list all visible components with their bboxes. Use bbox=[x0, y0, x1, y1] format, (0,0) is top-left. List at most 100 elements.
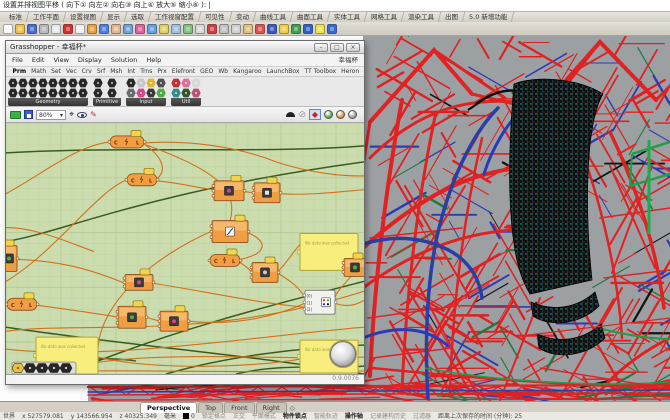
component-hex-icon[interactable] bbox=[171, 78, 181, 88]
component-hex-icon[interactable] bbox=[38, 88, 48, 98]
palette-group-label[interactable]: Primitive bbox=[93, 98, 121, 106]
sun-light-icon[interactable] bbox=[279, 24, 289, 34]
duplicate-icon[interactable] bbox=[51, 24, 61, 34]
component-hex-icon[interactable] bbox=[18, 78, 28, 88]
gem-preview-icon[interactable]: ◆ bbox=[309, 109, 321, 120]
gh-tab-math[interactable]: Math bbox=[29, 68, 49, 75]
preview-shaded-icon[interactable] bbox=[336, 110, 345, 119]
gh-menu-solution[interactable]: Solution bbox=[111, 54, 137, 66]
component-hex-icon[interactable] bbox=[126, 78, 136, 88]
component-hex-icon[interactable] bbox=[38, 78, 48, 88]
gh-menu-edit[interactable]: Edit bbox=[32, 54, 45, 66]
toolbar-tab-3[interactable]: 显示 bbox=[101, 12, 127, 22]
viewport-tab-right[interactable]: Right bbox=[256, 402, 287, 413]
palette-group-label[interactable]: Input bbox=[126, 98, 166, 106]
layer-indicator[interactable]: 0 bbox=[183, 413, 195, 420]
gh-tab-launchbox[interactable]: LaunchBox bbox=[264, 68, 302, 75]
component-hex-icon[interactable] bbox=[191, 88, 201, 98]
command-prompt[interactable]: 设置并排视图平移 ( 向下① 向左② 向右③ 向上④ 放大⑤ 缩小⑥ ): | bbox=[0, 0, 670, 12]
maximize-icon[interactable]: □ bbox=[330, 43, 344, 52]
zoom-extents-icon[interactable] bbox=[171, 24, 181, 34]
gh-menu-help[interactable]: Help bbox=[146, 54, 161, 66]
gh-tab-geo[interactable]: GEO bbox=[198, 68, 216, 75]
gh-tab-vec[interactable]: Vec bbox=[63, 68, 79, 75]
viewport-grid-icon[interactable] bbox=[195, 24, 205, 34]
component-hex-icon[interactable] bbox=[126, 88, 136, 98]
sphere-blue-icon[interactable] bbox=[303, 24, 313, 34]
gh-menu-file[interactable]: File bbox=[12, 54, 23, 66]
save-file-icon[interactable] bbox=[24, 110, 33, 119]
canvas-navigation-sphere[interactable] bbox=[330, 341, 357, 368]
component-hex-icon[interactable] bbox=[136, 88, 146, 98]
component-hex-icon[interactable] bbox=[181, 88, 191, 98]
preview-rendered-icon[interactable] bbox=[348, 110, 357, 119]
palette-group-label[interactable]: Geometry bbox=[8, 98, 88, 106]
render-sphere-icon[interactable] bbox=[267, 24, 277, 34]
gh-tab-heron[interactable]: Heron bbox=[339, 68, 362, 75]
component-hex-icon[interactable] bbox=[93, 78, 103, 88]
component-hex-icon[interactable] bbox=[181, 78, 191, 88]
viewport-tab-perspective[interactable]: Perspective bbox=[140, 402, 197, 413]
minimize-icon[interactable]: – bbox=[314, 43, 328, 52]
hide-objects-icon[interactable] bbox=[231, 24, 241, 34]
gh-tab-int[interactable]: Int bbox=[125, 68, 138, 75]
select-cursor-icon[interactable] bbox=[315, 24, 325, 34]
palette-group-label[interactable]: Util bbox=[171, 98, 201, 106]
status-toggle-0[interactable]: 锁定格点 bbox=[202, 413, 226, 420]
component-hex-icon[interactable] bbox=[191, 78, 201, 88]
gh-tab-prx[interactable]: Prx bbox=[155, 68, 169, 75]
component-hex-icon[interactable] bbox=[156, 88, 166, 98]
component-hex-icon[interactable] bbox=[156, 78, 166, 88]
status-toggle-1[interactable]: 正交 bbox=[233, 413, 245, 420]
component-hex-icon[interactable] bbox=[146, 78, 156, 88]
gh-tab-crv[interactable]: Crv bbox=[79, 68, 94, 75]
shade-mode-icon[interactable] bbox=[219, 24, 229, 34]
zoom-window-icon[interactable] bbox=[147, 24, 157, 34]
component-hex-icon[interactable] bbox=[136, 78, 146, 88]
status-toggle-6[interactable]: 记录建构历史 bbox=[370, 413, 406, 420]
gh-tab-elefront[interactable]: Elefront bbox=[169, 68, 197, 75]
copy-icon[interactable] bbox=[75, 24, 85, 34]
component-hex-icon[interactable] bbox=[48, 88, 58, 98]
focus-target-icon[interactable]: ⌖ bbox=[69, 110, 74, 120]
component-hex-icon[interactable] bbox=[171, 88, 181, 98]
pan-hand-icon[interactable] bbox=[111, 24, 121, 34]
new-file-icon[interactable] bbox=[3, 24, 13, 34]
toolbar-tab-11[interactable]: 网格工具 bbox=[364, 12, 403, 22]
toolbar-tab-8[interactable]: 曲线工具 bbox=[253, 12, 292, 22]
lock-objects-icon[interactable] bbox=[243, 24, 253, 34]
component-hex-icon[interactable] bbox=[68, 88, 78, 98]
save-icon[interactable] bbox=[27, 24, 37, 34]
component-hex-icon[interactable] bbox=[58, 78, 68, 88]
gh-menu-display[interactable]: Display bbox=[78, 54, 102, 66]
component-hex-icon[interactable] bbox=[28, 88, 38, 98]
gh-floating-toolbar[interactable] bbox=[12, 362, 76, 374]
component-hex-icon[interactable] bbox=[78, 78, 88, 88]
gh-tab-prm[interactable]: Prm bbox=[10, 68, 29, 75]
component-hex-icon[interactable] bbox=[58, 88, 68, 98]
gh-tab-msh[interactable]: Msh bbox=[108, 68, 125, 75]
status-toggle-4[interactable]: 智能轨迹 bbox=[314, 413, 338, 420]
component-hex-icon[interactable] bbox=[78, 88, 88, 98]
undo-icon[interactable] bbox=[99, 24, 109, 34]
gh-component[interactable]: (0)(1)(2) bbox=[303, 290, 337, 314]
toolbar-tab-9[interactable]: 曲面工具 bbox=[290, 12, 329, 22]
paste-icon[interactable] bbox=[87, 24, 97, 34]
gh-tab-srf[interactable]: Srf bbox=[94, 68, 107, 75]
open-file-icon[interactable] bbox=[10, 111, 21, 119]
sketch-pen-icon[interactable]: ✎ bbox=[90, 110, 97, 119]
viewport-tab-menu-icon[interactable]: ◇ bbox=[288, 404, 295, 412]
toolbar-tab-2[interactable]: 设置视图 bbox=[64, 12, 103, 22]
preview-eye-icon[interactable] bbox=[77, 112, 87, 118]
component-hex-icon[interactable] bbox=[68, 78, 78, 88]
material-sphere-icon[interactable] bbox=[291, 24, 301, 34]
toolbar-tab-14[interactable]: 5.0 新增功能 bbox=[462, 12, 514, 22]
zoom-dropdown[interactable]: 80%▾ bbox=[36, 110, 66, 120]
component-hex-icon[interactable] bbox=[107, 78, 117, 88]
grasshopper-titlebar[interactable]: Grasshopper - 幸福杯* – □ × bbox=[6, 41, 364, 54]
toolbar-tab-7[interactable]: 变动 bbox=[229, 12, 255, 22]
zoom-selected-icon[interactable] bbox=[159, 24, 169, 34]
gh-tab-set[interactable]: Set bbox=[49, 68, 64, 75]
status-toggle-2[interactable]: 平面模式 bbox=[252, 413, 276, 420]
cplane-button[interactable]: 世界 bbox=[3, 413, 15, 420]
